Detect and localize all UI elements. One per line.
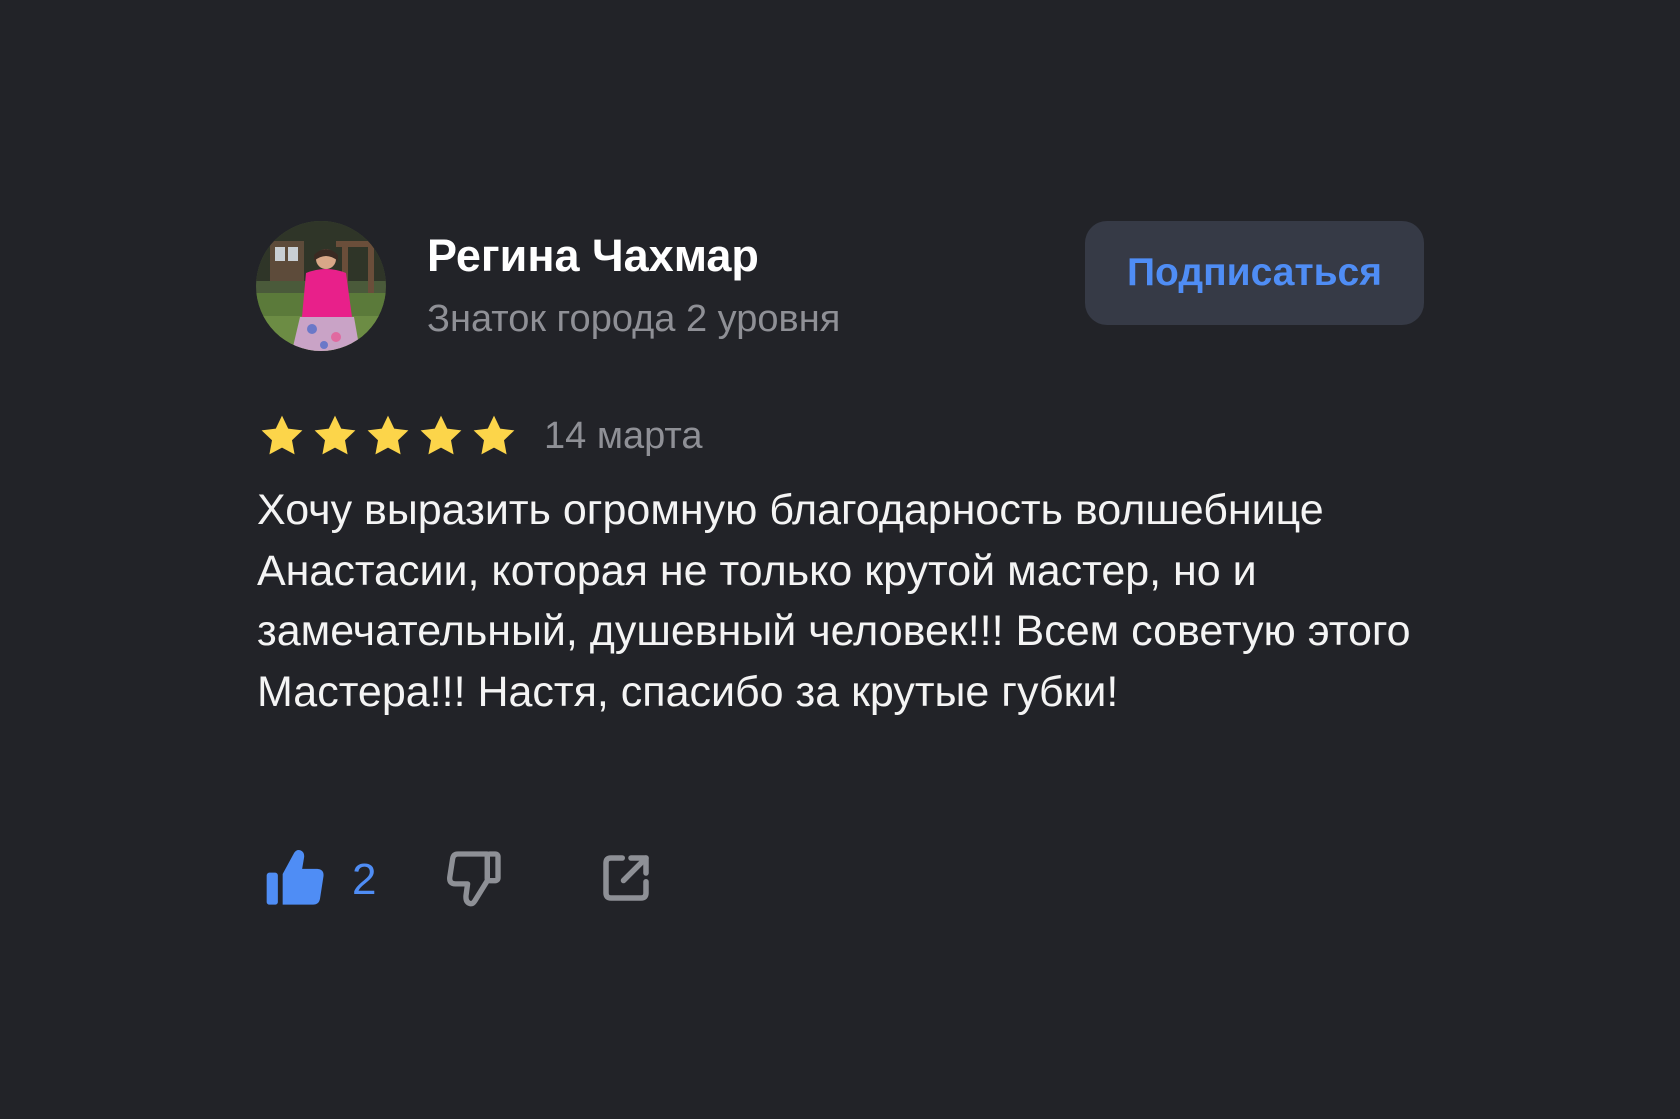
share-button[interactable] bbox=[596, 848, 656, 913]
star-icon bbox=[311, 412, 359, 460]
author-level: Знаток города 2 уровня bbox=[427, 298, 841, 340]
review-actions: 2 bbox=[264, 844, 656, 916]
thumbs-down-icon bbox=[442, 846, 506, 915]
star-icon bbox=[470, 412, 518, 460]
star-icon bbox=[417, 412, 465, 460]
review-date: 14 марта bbox=[544, 414, 703, 457]
dislike-button[interactable] bbox=[442, 846, 506, 915]
rating-stars bbox=[258, 412, 518, 460]
like-count: 2 bbox=[352, 855, 377, 904]
share-icon bbox=[596, 848, 656, 913]
avatar-photo bbox=[256, 221, 386, 351]
subscribe-button[interactable]: Подписаться bbox=[1085, 221, 1424, 325]
review-text: Хочу выразить огромную благодарность вол… bbox=[257, 486, 1411, 716]
author-name[interactable]: Регина Чахмар bbox=[427, 230, 759, 282]
like-button[interactable]: 2 bbox=[264, 846, 376, 915]
review-card: Регина Чахмар Знаток города 2 уровня Под… bbox=[0, 0, 1680, 1119]
rating-row: 14 марта bbox=[258, 410, 703, 462]
star-icon bbox=[364, 412, 412, 460]
thumbs-up-icon bbox=[264, 846, 328, 915]
star-icon bbox=[258, 412, 306, 460]
author-avatar[interactable] bbox=[256, 221, 386, 351]
